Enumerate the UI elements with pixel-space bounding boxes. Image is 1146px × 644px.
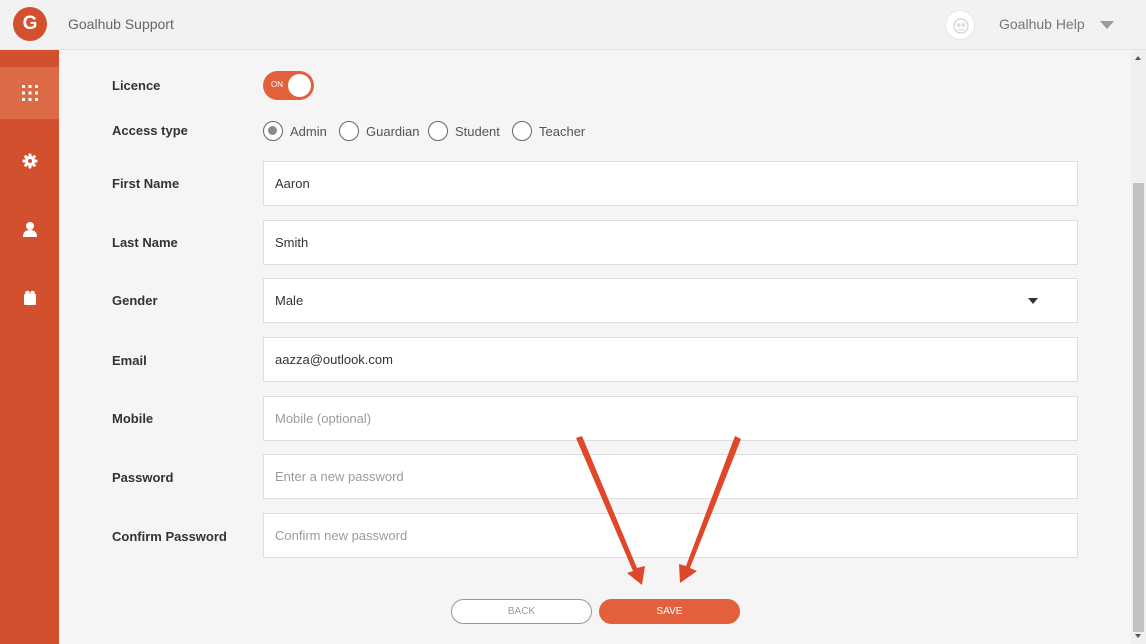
user-form: Licence ON Access type Admin Guardian St… — [59, 50, 1131, 644]
sidebar-item-integrations[interactable] — [0, 271, 59, 323]
radio-button[interactable] — [512, 121, 532, 141]
account-name[interactable]: Goalhub Help — [999, 16, 1085, 32]
vertical-scrollbar[interactable] — [1131, 50, 1146, 644]
confirm-password-label: Confirm Password — [112, 529, 227, 544]
last-name-input[interactable]: Smith — [263, 220, 1078, 265]
radio-teacher[interactable]: Teacher — [512, 120, 585, 142]
password-input[interactable]: Enter a new password — [263, 454, 1078, 499]
radio-label: Guardian — [366, 123, 420, 139]
licence-label: Licence — [112, 78, 161, 93]
radio-guardian[interactable]: Guardian — [339, 120, 419, 142]
radio-button-checked[interactable] — [263, 121, 283, 141]
email-label: Email — [112, 353, 147, 368]
scroll-up-arrow-icon[interactable] — [1135, 56, 1141, 60]
mobile-input[interactable]: Mobile (optional) — [263, 396, 1078, 441]
email-field[interactable]: aazza@outlook.com — [263, 337, 1078, 382]
toggle-state-text: ON — [271, 80, 283, 89]
first-name-input[interactable]: Aaron — [263, 161, 1078, 206]
confirm-password-input[interactable]: Confirm new password — [263, 513, 1078, 558]
radio-student[interactable]: Student — [428, 120, 500, 142]
gender-label: Gender — [112, 293, 158, 308]
last-name-label: Last Name — [112, 235, 178, 250]
apps-grid-icon — [21, 85, 38, 101]
app-title: Goalhub Support — [68, 16, 174, 32]
dropdown-arrow-icon[interactable] — [1028, 298, 1038, 304]
toggle-knob — [288, 74, 311, 97]
puzzle-icon — [23, 290, 36, 305]
sidebar-item-apps[interactable] — [0, 67, 59, 119]
radio-button[interactable] — [339, 121, 359, 141]
radio-label: Admin — [290, 123, 327, 139]
top-bar: G Goalhub Support Goalhub Help — [0, 0, 1146, 50]
goalhub-logo[interactable]: G — [13, 7, 47, 41]
radio-button[interactable] — [428, 121, 448, 141]
password-label: Password — [112, 470, 174, 485]
radio-label: Student — [455, 123, 500, 139]
gender-select[interactable]: Male — [263, 278, 1078, 323]
gear-icon — [22, 153, 37, 169]
sidebar-item-settings[interactable] — [0, 135, 59, 187]
radio-admin[interactable]: Admin — [263, 120, 327, 142]
mobile-label: Mobile — [112, 411, 154, 426]
scrollbar-thumb[interactable] — [1133, 183, 1144, 632]
account-avatar[interactable] — [945, 10, 975, 40]
gender-selected-value: Male — [275, 293, 304, 308]
access-type-label: Access type — [112, 123, 188, 138]
licence-toggle[interactable]: ON — [263, 71, 314, 100]
first-name-label: First Name — [112, 176, 180, 191]
back-button[interactable]: BACK — [451, 599, 592, 624]
chevron-down-icon[interactable] — [1100, 21, 1114, 29]
avatar-face-icon — [953, 18, 969, 34]
sidebar-item-users[interactable] — [0, 203, 59, 255]
sidebar — [0, 50, 59, 644]
radio-label: Teacher — [539, 123, 586, 139]
user-icon — [22, 222, 37, 237]
save-button[interactable]: SAVE — [599, 599, 740, 624]
scroll-down-arrow-icon[interactable] — [1135, 634, 1141, 638]
